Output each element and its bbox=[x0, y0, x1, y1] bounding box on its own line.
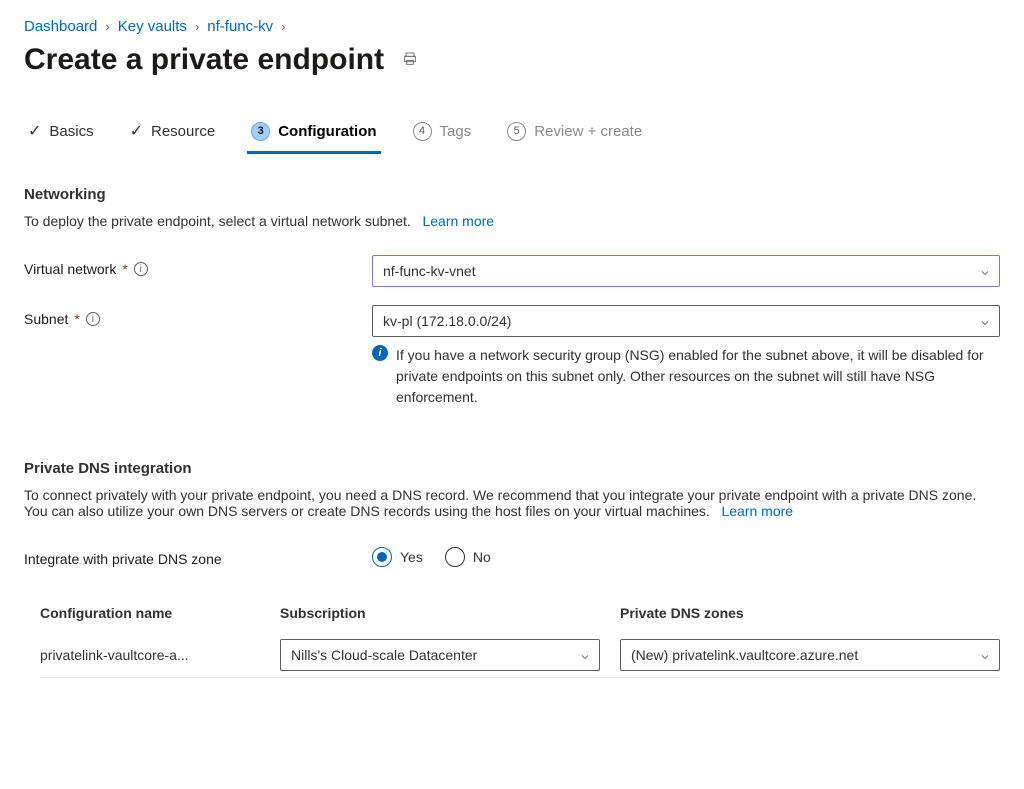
tab-basics[interactable]: ✓ Basics bbox=[24, 113, 98, 154]
row-integrate-dns: Integrate with private DNS zone Yes No bbox=[24, 545, 1000, 567]
wizard-tabs: ✓ Basics ✓ Resource 3 Configuration 4 Ta… bbox=[24, 113, 1000, 156]
learn-more-dns[interactable]: Learn more bbox=[721, 503, 793, 519]
breadcrumb: Dashboard › Key vaults › nf-func-kv › bbox=[24, 18, 1000, 35]
chevron-down-icon bbox=[979, 266, 989, 276]
label-integrate-dns: Integrate with private DNS zone bbox=[24, 551, 222, 567]
radio-yes[interactable]: Yes bbox=[372, 547, 423, 567]
tab-label: Configuration bbox=[278, 123, 376, 140]
dns-table-row: privatelink-vaultcore-a... Nills's Cloud… bbox=[40, 629, 1000, 678]
dns-zone-select[interactable]: (New) privatelink.vaultcore.azure.net bbox=[620, 639, 1000, 671]
dns-description: To connect privately with your private e… bbox=[24, 487, 976, 519]
row-subnet: Subnet * i kv-pl (172.18.0.0/24) i If yo… bbox=[24, 305, 1000, 408]
dns-description-row: To connect privately with your private e… bbox=[24, 487, 1000, 519]
learn-more-networking[interactable]: Learn more bbox=[422, 213, 494, 229]
dns-zone-table: Configuration name Subscription Private … bbox=[24, 597, 1000, 678]
networking-description: To deploy the private endpoint, select a… bbox=[24, 213, 411, 229]
dns-zone-value: (New) privatelink.vaultcore.azure.net bbox=[631, 647, 858, 663]
virtual-network-select[interactable]: nf-func-kv-vnet bbox=[372, 255, 1000, 287]
chevron-down-icon bbox=[979, 316, 989, 326]
dns-config-name: privatelink-vaultcore-a... bbox=[40, 647, 260, 663]
radio-no-label: No bbox=[473, 549, 491, 565]
dns-table-header: Configuration name Subscription Private … bbox=[40, 597, 1000, 629]
tab-configuration[interactable]: 3 Configuration bbox=[247, 114, 380, 154]
section-networking-heading: Networking bbox=[24, 186, 1000, 203]
page-title: Create a private endpoint bbox=[24, 43, 384, 77]
tab-review-create[interactable]: 5 Review + create bbox=[503, 114, 646, 154]
required-marker: * bbox=[122, 261, 127, 277]
tab-label: Review + create bbox=[534, 123, 642, 140]
subnet-select[interactable]: kv-pl (172.18.0.0/24) bbox=[372, 305, 1000, 337]
chevron-right-icon: › bbox=[105, 19, 109, 34]
title-row: Create a private endpoint bbox=[24, 43, 1000, 77]
chevron-down-icon bbox=[579, 650, 589, 660]
subnet-hint: i If you have a network security group (… bbox=[372, 345, 1000, 408]
tab-label: Tags bbox=[440, 123, 472, 140]
step-badge: 4 bbox=[413, 122, 432, 141]
info-icon[interactable]: i bbox=[86, 312, 100, 326]
dns-subscription-value: Nills's Cloud-scale Datacenter bbox=[291, 647, 477, 663]
info-icon[interactable]: i bbox=[134, 262, 148, 276]
row-virtual-network: Virtual network * i nf-func-kv-vnet bbox=[24, 255, 1000, 287]
label-subnet: Subnet bbox=[24, 311, 68, 327]
step-badge: 5 bbox=[507, 122, 526, 141]
tab-label: Basics bbox=[49, 123, 93, 140]
col-zones: Private DNS zones bbox=[620, 605, 1000, 621]
col-subscription: Subscription bbox=[280, 605, 600, 621]
breadcrumb-dashboard[interactable]: Dashboard bbox=[24, 18, 97, 35]
virtual-network-value: nf-func-kv-vnet bbox=[383, 263, 476, 279]
chevron-down-icon bbox=[979, 650, 989, 660]
radio-yes-label: Yes bbox=[400, 549, 423, 565]
checkmark-icon: ✓ bbox=[130, 121, 143, 141]
tab-tags[interactable]: 4 Tags bbox=[409, 114, 476, 154]
dns-subscription-select[interactable]: Nills's Cloud-scale Datacenter bbox=[280, 639, 600, 671]
integrate-dns-radio-group: Yes No bbox=[372, 545, 1000, 567]
required-marker: * bbox=[74, 311, 79, 327]
section-dns-heading: Private DNS integration bbox=[24, 460, 1000, 477]
radio-no[interactable]: No bbox=[445, 547, 491, 567]
tab-label: Resource bbox=[151, 123, 215, 140]
subnet-value: kv-pl (172.18.0.0/24) bbox=[383, 313, 511, 329]
checkmark-icon: ✓ bbox=[28, 121, 41, 141]
networking-description-row: To deploy the private endpoint, select a… bbox=[24, 213, 1000, 229]
step-badge: 3 bbox=[251, 122, 270, 141]
radio-circle-icon bbox=[445, 547, 465, 567]
subnet-hint-text: If you have a network security group (NS… bbox=[396, 345, 1000, 408]
tab-resource[interactable]: ✓ Resource bbox=[126, 113, 220, 154]
chevron-right-icon: › bbox=[195, 19, 199, 34]
radio-circle-icon bbox=[372, 547, 392, 567]
breadcrumb-nf-func-kv[interactable]: nf-func-kv bbox=[207, 18, 273, 35]
print-icon[interactable] bbox=[402, 51, 418, 70]
col-config-name: Configuration name bbox=[40, 605, 260, 621]
breadcrumb-keyvaults[interactable]: Key vaults bbox=[118, 18, 187, 35]
info-icon: i bbox=[372, 345, 388, 361]
chevron-right-icon: › bbox=[281, 19, 285, 34]
label-virtual-network: Virtual network bbox=[24, 261, 116, 277]
